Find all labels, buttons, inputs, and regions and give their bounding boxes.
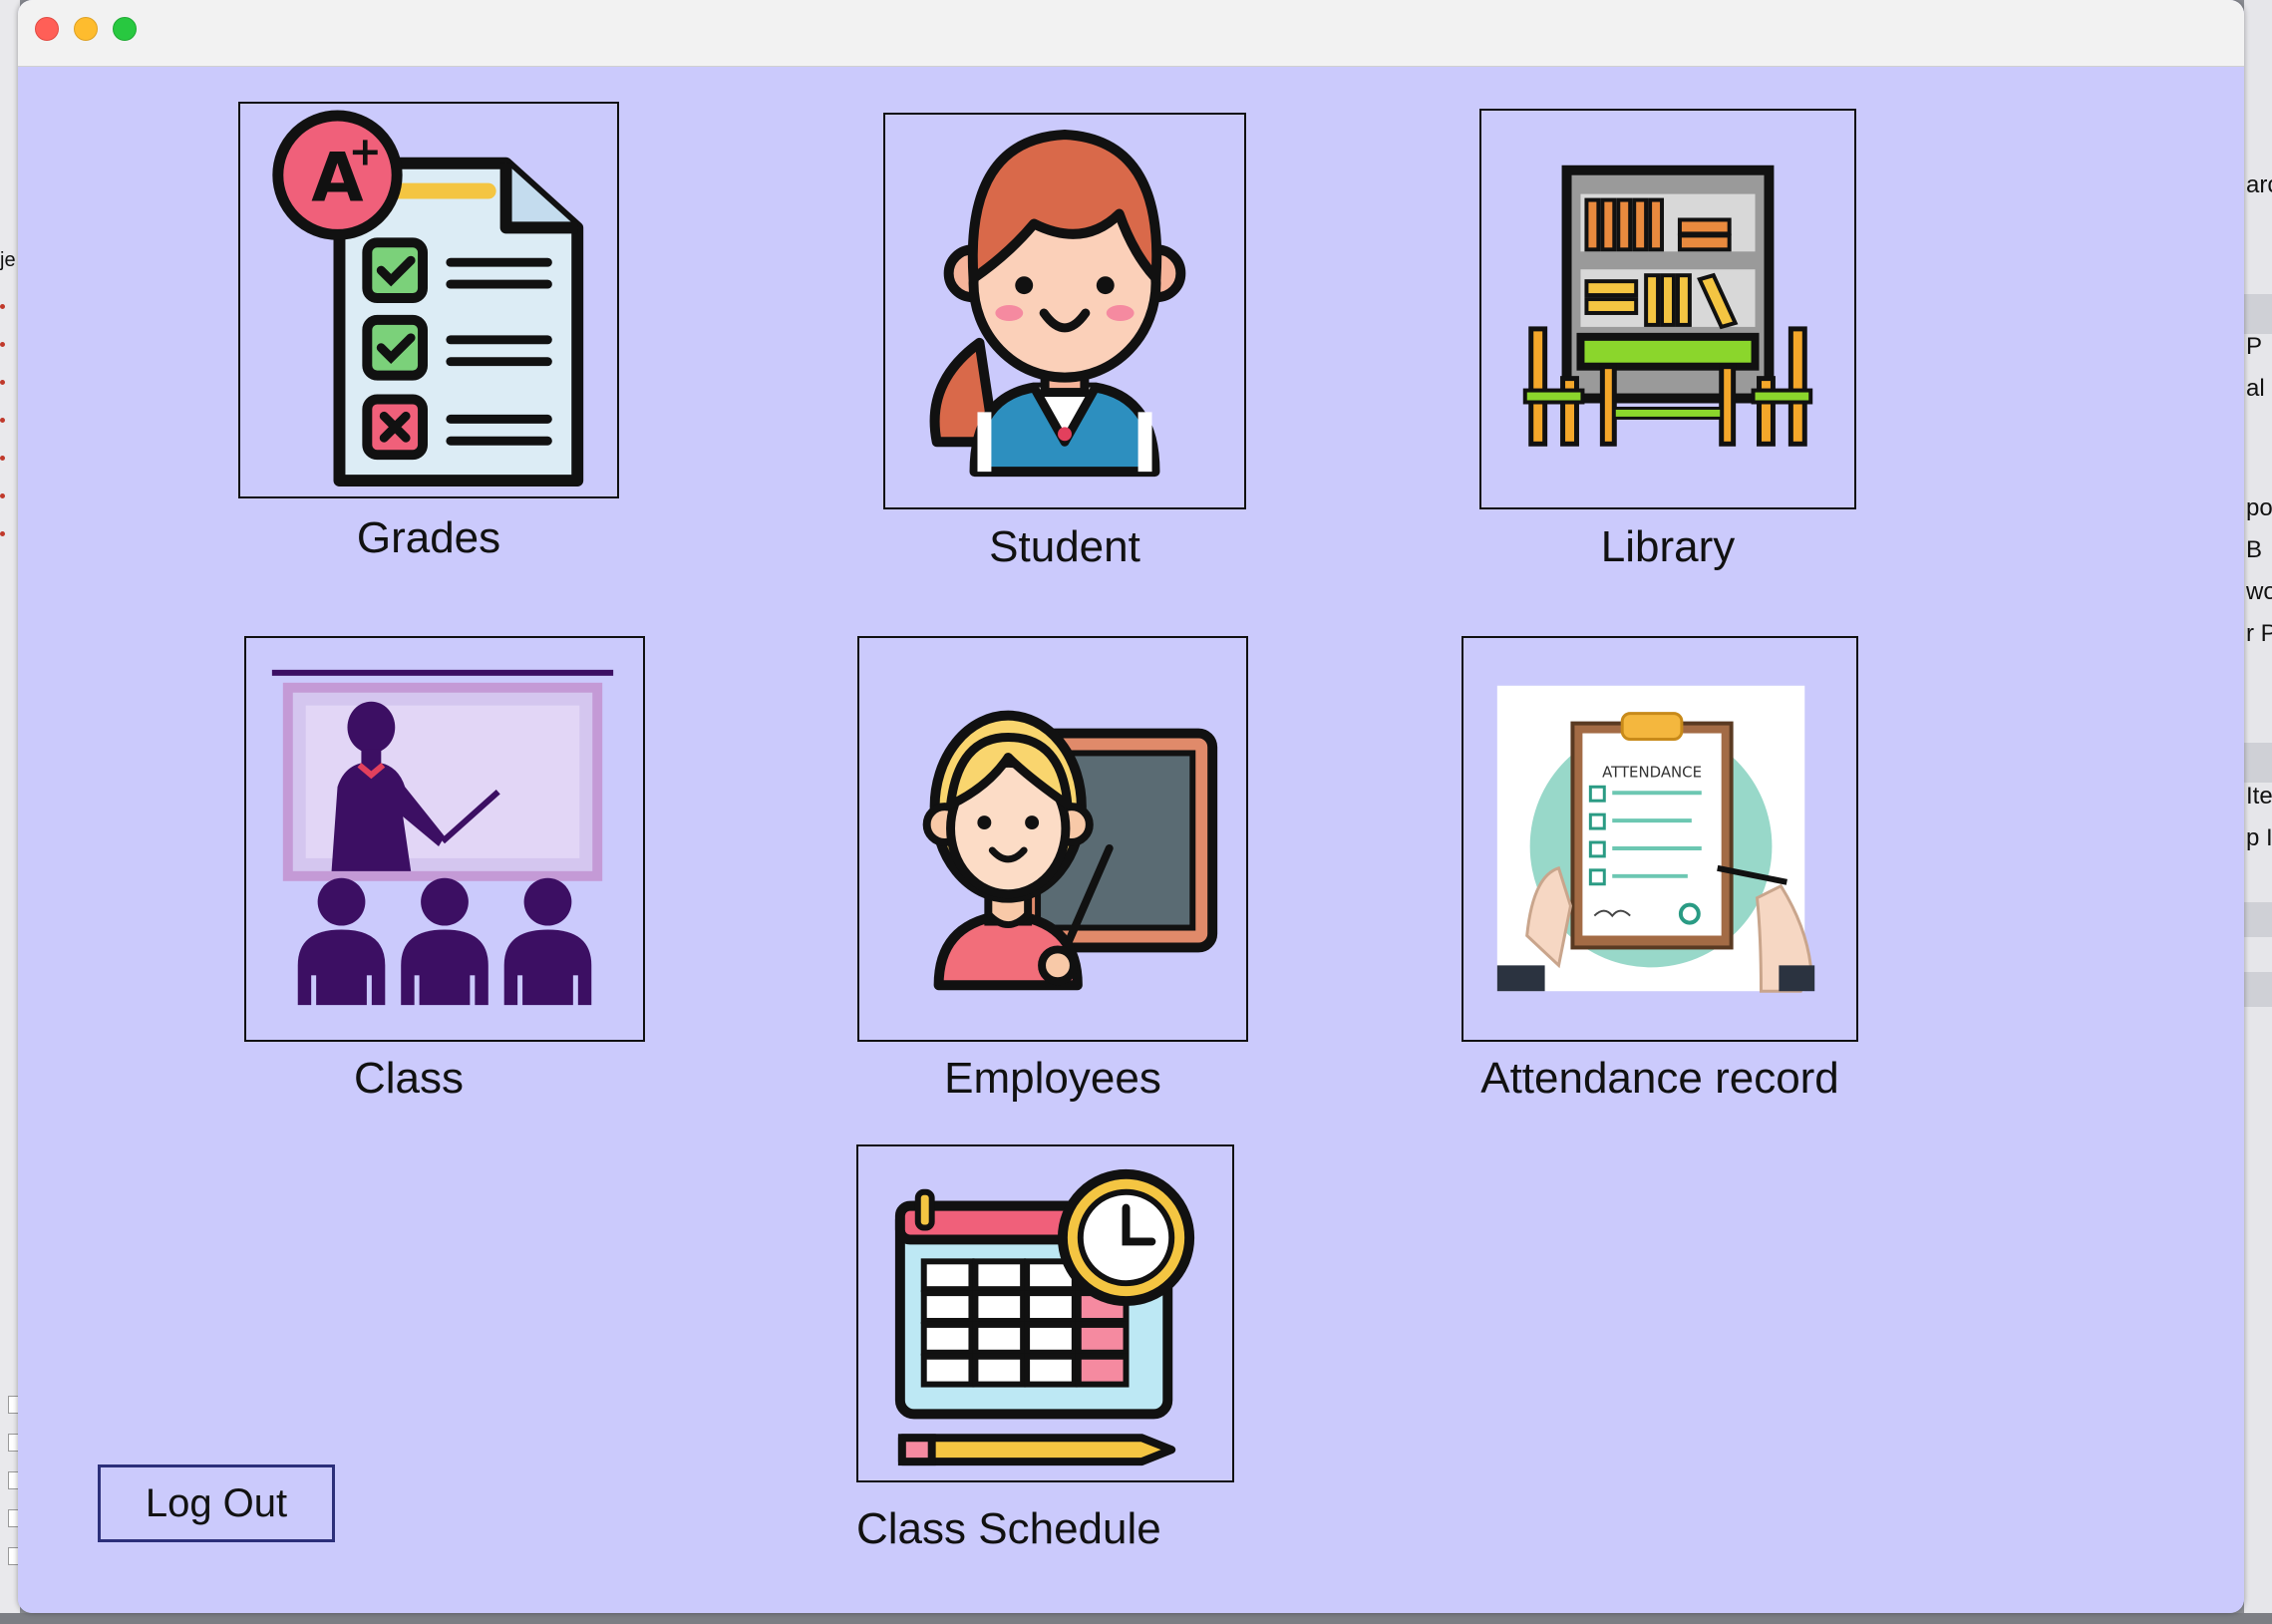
library-bookshelf-icon: [1522, 164, 1813, 447]
grades-label: Grades: [356, 513, 501, 562]
class-schedule-tile[interactable]: [856, 1144, 1234, 1482]
background-text-fragment: P: [2246, 333, 2263, 360]
background-text-fragment: po: [2246, 494, 2272, 521]
background-band: [2244, 743, 2272, 783]
background-text-fragment: Ite: [2246, 783, 2272, 810]
grades-report-icon: A +: [272, 110, 584, 487]
class-label: Class: [353, 1054, 465, 1103]
background-dot: [0, 418, 5, 423]
class-tile[interactable]: [244, 636, 645, 1042]
close-window-button[interactable]: [35, 17, 59, 41]
background-dot: [0, 380, 5, 385]
background-dot: [0, 304, 5, 309]
background-text-fragment: al: [2246, 375, 2265, 402]
background-dot: [0, 456, 5, 461]
background-app-right: arc P al po B wo r P Ite p I: [2244, 0, 2272, 1624]
background-band: [2244, 294, 2272, 334]
attendance-clipboard-icon: ATTENDANCE: [1496, 685, 1815, 993]
background-desktop-strip: [0, 1613, 2272, 1624]
employees-label: Employees: [944, 1054, 1161, 1103]
background-text-fragment: B: [2246, 536, 2263, 563]
calendar-clock-icon: [894, 1168, 1195, 1466]
log-out-button[interactable]: Log Out: [98, 1464, 335, 1542]
background-text-fragment: wo: [2246, 578, 2272, 605]
student-tile[interactable]: [883, 113, 1246, 509]
background-dot: [0, 531, 5, 536]
background-text-fragment: r P: [2246, 620, 2272, 647]
dashboard-content: A + Grades Student Library Class Employe…: [18, 67, 2244, 1613]
background-text-fragment: je: [0, 249, 16, 271]
background-app-left: je: [0, 0, 20, 1624]
main-window: A + Grades Student Library Class Employe…: [18, 0, 2244, 1613]
teacher-blackboard-icon: [922, 710, 1218, 991]
background-dot: [0, 342, 5, 347]
grades-tile[interactable]: A +: [238, 102, 619, 498]
background-dot: [0, 493, 5, 498]
student-label: Student: [989, 522, 1140, 571]
classroom-teacher-icon: [271, 669, 614, 1008]
title-bar: [18, 0, 2244, 67]
svg-text:+: +: [349, 130, 382, 175]
background-text-fragment: arc: [2246, 171, 2272, 198]
attendance-record-label: Attendance record: [1480, 1054, 1839, 1103]
minimize-window-button[interactable]: [74, 17, 98, 41]
background-text-fragment: p I: [2246, 824, 2272, 851]
background-band: [2244, 902, 2272, 937]
attendance-record-tile[interactable]: ATTENDANCE: [1461, 636, 1858, 1042]
library-tile[interactable]: [1479, 109, 1856, 509]
employees-tile[interactable]: [857, 636, 1248, 1042]
student-avatar-icon: [929, 130, 1186, 478]
class-schedule-label: Class Schedule: [856, 1504, 1161, 1553]
library-label: Library: [1600, 522, 1736, 571]
attendance-sheet-title: ATTENDANCE: [1602, 763, 1702, 781]
background-band: [2244, 972, 2272, 1007]
maximize-window-button[interactable]: [113, 17, 137, 41]
